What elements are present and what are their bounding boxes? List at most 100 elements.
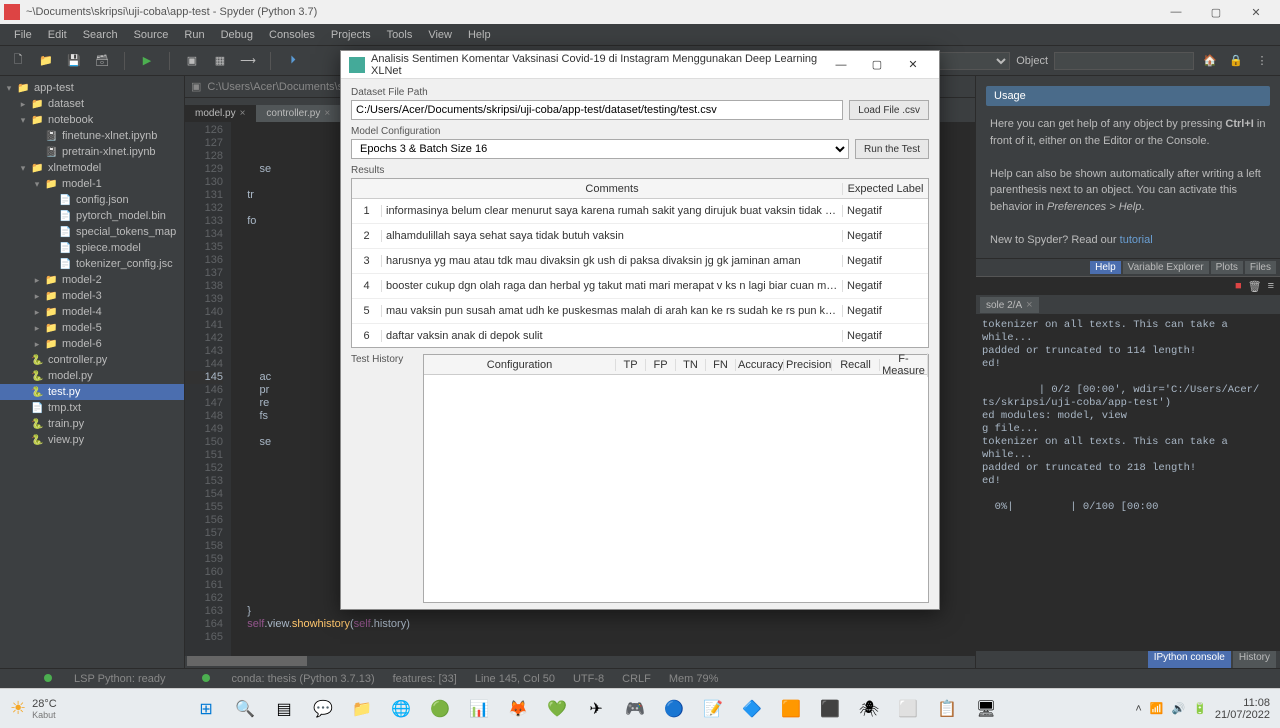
table-row[interactable]: 6daftar vaksin anak di depok sulitNegati… xyxy=(352,324,928,348)
app-generic3-icon[interactable]: 🖥 xyxy=(968,694,1004,724)
table-row[interactable]: 4booster cukup dgn olah raga dan herbal … xyxy=(352,274,928,299)
tutorial-link[interactable]: tutorial xyxy=(1120,234,1153,246)
model-config-select[interactable]: Epochs 3 & Batch Size 16 xyxy=(351,139,849,159)
wifi-icon[interactable]: 📶 xyxy=(1150,702,1164,715)
telegram-icon[interactable]: ✈ xyxy=(578,694,614,724)
firefox-icon[interactable]: 🦊 xyxy=(500,694,536,724)
table-row[interactable]: 2alhamdulillah saya sehat saya tidak but… xyxy=(352,224,928,249)
editor-tab[interactable]: model.py × xyxy=(185,105,256,122)
tree-item[interactable]: ▾📁app-test xyxy=(0,80,184,96)
table-row[interactable]: 1informasinya belum clear menurut saya k… xyxy=(352,199,928,224)
tree-item[interactable]: 📓pretrain-xlnet.ipynb xyxy=(0,144,184,160)
whatsapp-icon[interactable]: 💚 xyxy=(539,694,575,724)
tree-item[interactable]: 📄pytorch_model.bin xyxy=(0,208,184,224)
dialog-close-button[interactable]: ✕ xyxy=(895,53,931,77)
menu-help[interactable]: Help xyxy=(460,27,499,43)
panel-tab-files[interactable]: Files xyxy=(1245,261,1276,274)
bottom-tab[interactable]: IPython console xyxy=(1148,651,1231,668)
system-tray[interactable]: ˄ 📶 🔊 🔋 11:08 21/07/2022 xyxy=(1135,697,1270,721)
tree-item[interactable]: ▸📁dataset xyxy=(0,96,184,112)
run-cell-advance-icon[interactable]: ▦ xyxy=(210,51,230,71)
tree-item[interactable]: ▸📁model-5 xyxy=(0,320,184,336)
tree-item[interactable]: 🐍model.py xyxy=(0,368,184,384)
home-icon[interactable]: 🏠 xyxy=(1200,51,1220,71)
tree-item[interactable]: 📄special_tokens_map xyxy=(0,224,184,240)
dataset-path-input[interactable] xyxy=(351,100,843,120)
app-generic2-icon[interactable]: 📋 xyxy=(929,694,965,724)
close-tab-icon[interactable]: × xyxy=(324,108,330,119)
menu-tools[interactable]: Tools xyxy=(379,27,421,43)
explorer-icon[interactable]: 📁 xyxy=(344,694,380,724)
save-all-icon[interactable]: 🗃 xyxy=(92,51,112,71)
close-icon[interactable]: × xyxy=(1026,299,1032,311)
tree-item[interactable]: 📄config.json xyxy=(0,192,184,208)
skype-icon[interactable]: 🔵 xyxy=(656,694,692,724)
lock-icon[interactable]: 🔒 xyxy=(1226,51,1246,71)
chevron-up-icon[interactable]: ˄ xyxy=(1135,703,1141,715)
spyder-taskbar-icon[interactable]: 🕷 xyxy=(851,694,887,724)
tree-item[interactable]: 🐍controller.py xyxy=(0,352,184,368)
tree-item[interactable]: 📄spiece.model xyxy=(0,240,184,256)
menu-view[interactable]: View xyxy=(420,27,460,43)
menu-projects[interactable]: Projects xyxy=(323,27,379,43)
tree-item[interactable]: ▸📁model-3 xyxy=(0,288,184,304)
menu-source[interactable]: Source xyxy=(126,27,177,43)
bottom-tab[interactable]: History xyxy=(1233,651,1276,668)
volume-icon[interactable]: 🔊 xyxy=(1172,702,1186,715)
xampp-icon[interactable]: 🟧 xyxy=(773,694,809,724)
object-input[interactable] xyxy=(1054,52,1194,70)
menu-file[interactable]: File xyxy=(6,27,40,43)
table-row[interactable]: 3harusnya yg mau atau tdk mau divaksin g… xyxy=(352,249,928,274)
minimize-button[interactable]: — xyxy=(1156,1,1196,23)
close-tab-icon[interactable]: × xyxy=(240,108,246,119)
tree-item[interactable]: 🐍view.py xyxy=(0,432,184,448)
tree-item[interactable]: 📓finetune-xlnet.ipynb xyxy=(0,128,184,144)
tree-item[interactable]: 🐍test.py xyxy=(0,384,184,400)
load-file-button[interactable]: Load File .csv xyxy=(849,100,929,120)
vscode-icon[interactable]: 🔷 xyxy=(734,694,770,724)
menu-kebab-icon[interactable]: ⋮ xyxy=(1252,51,1272,71)
console-output[interactable]: tokenizer on all texts. This can take a … xyxy=(976,315,1280,650)
run-cell-icon[interactable]: ▣ xyxy=(182,51,202,71)
tree-item[interactable]: 🐍train.py xyxy=(0,416,184,432)
save-icon[interactable]: 💾 xyxy=(64,51,84,71)
tree-item[interactable]: 📄tmp.txt xyxy=(0,400,184,416)
console-clear-icon[interactable]: 🗑 xyxy=(1248,280,1262,293)
battery-icon[interactable]: 🔋 xyxy=(1193,702,1207,715)
app-generic-icon[interactable]: ⬜ xyxy=(890,694,926,724)
start-button[interactable]: ⊞ xyxy=(188,694,224,724)
maximize-button[interactable]: ▢ xyxy=(1196,1,1236,23)
tree-item[interactable]: ▸📁model-2 xyxy=(0,272,184,288)
console-menu-icon[interactable]: ≡ xyxy=(1268,280,1274,292)
console-tab[interactable]: sole 2/A× xyxy=(980,297,1039,313)
path-tab-icon[interactable]: ▣ xyxy=(191,80,201,93)
new-file-icon[interactable]: 🗋 xyxy=(8,51,28,71)
tree-item[interactable]: ▾📁notebook xyxy=(0,112,184,128)
panel-tab-help[interactable]: Help xyxy=(1090,261,1121,274)
terminal-icon[interactable]: ⬛ xyxy=(812,694,848,724)
notepadpp-icon[interactable]: 📝 xyxy=(695,694,731,724)
tree-item[interactable]: ▸📁model-6 xyxy=(0,336,184,352)
tree-item[interactable]: ▾📁model-1 xyxy=(0,176,184,192)
panel-tab-variable-explorer[interactable]: Variable Explorer xyxy=(1123,261,1209,274)
menu-debug[interactable]: Debug xyxy=(213,27,261,43)
dialog-minimize-button[interactable]: — xyxy=(823,53,859,77)
debug-icon[interactable]: ⏵ xyxy=(283,51,303,71)
discord-icon[interactable]: 🎮 xyxy=(617,694,653,724)
results-table[interactable]: Comments Expected Label 1informasinya be… xyxy=(351,178,929,348)
menu-edit[interactable]: Edit xyxy=(40,27,75,43)
menu-run[interactable]: Run xyxy=(176,27,212,43)
console-stop-icon[interactable]: ■ xyxy=(1235,280,1242,292)
tree-item[interactable]: ▸📁model-4 xyxy=(0,304,184,320)
weather-widget[interactable]: ☀ 28°C Kabut xyxy=(10,698,57,720)
horizontal-scrollbar[interactable] xyxy=(187,656,307,666)
editor-tab[interactable]: controller.py × xyxy=(256,105,341,122)
panel-tab-plots[interactable]: Plots xyxy=(1211,261,1243,274)
taskview-icon[interactable]: ▤ xyxy=(266,694,302,724)
tree-item[interactable]: ▾📁xlnetmodel xyxy=(0,160,184,176)
table-row[interactable]: 5mau vaksin pun susah amat udh ke puskes… xyxy=(352,299,928,324)
run-test-button[interactable]: Run the Test xyxy=(855,139,929,159)
menu-consoles[interactable]: Consoles xyxy=(261,27,323,43)
run-icon[interactable]: ▶ xyxy=(137,51,157,71)
history-table[interactable]: ConfigurationTPFPTNFNAccuracyPrecisionRe… xyxy=(423,354,929,603)
